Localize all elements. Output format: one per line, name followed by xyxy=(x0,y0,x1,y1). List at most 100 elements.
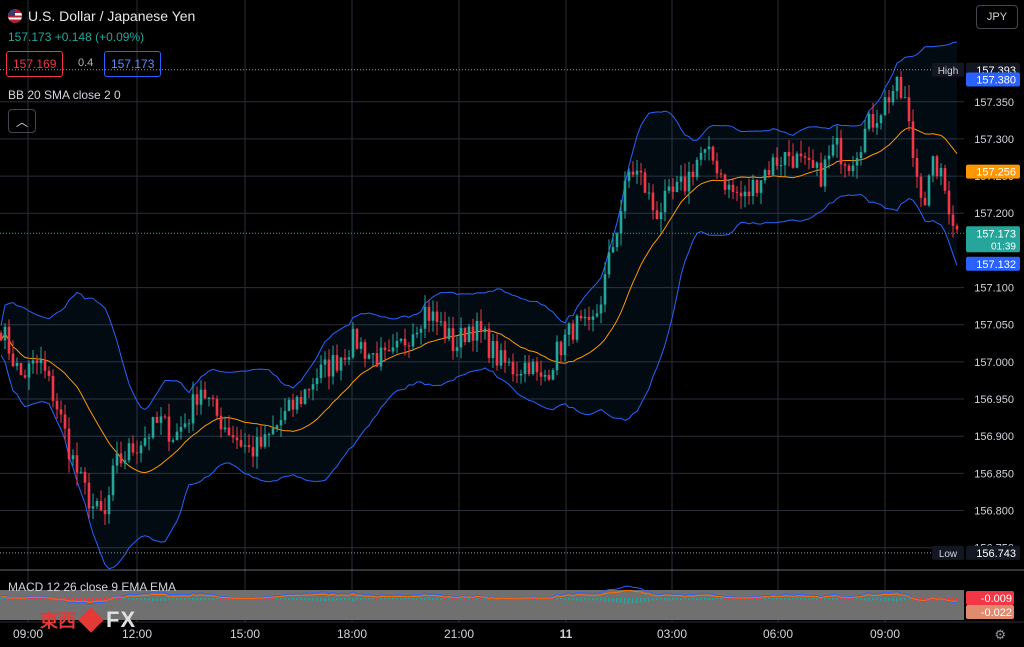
candle-body xyxy=(875,123,879,128)
macd-histogram-bar xyxy=(120,598,122,600)
macd-histogram-bar xyxy=(816,598,818,600)
macd-histogram-bar xyxy=(396,598,398,600)
macd-histogram-bar xyxy=(292,598,294,600)
candle-body xyxy=(163,416,167,418)
macd-histogram-bar xyxy=(668,598,670,601)
candle-body xyxy=(627,171,631,181)
candle-body xyxy=(587,316,591,320)
candle-body xyxy=(255,437,259,457)
candle-body xyxy=(7,326,11,354)
macd-histogram-bar xyxy=(364,598,366,600)
macd-histogram-bar xyxy=(624,598,626,604)
candle-body xyxy=(563,334,567,356)
macd-histogram-bar xyxy=(792,598,794,600)
macd-histogram-bar xyxy=(188,598,190,600)
macd-histogram-bar xyxy=(632,598,634,604)
candle-body xyxy=(847,165,851,172)
macd-histogram-bar xyxy=(660,598,662,600)
collapse-legend-button[interactable]: ︿ xyxy=(8,109,36,133)
buy-button[interactable]: 157.173 xyxy=(104,51,162,77)
macd-histogram-bar xyxy=(412,598,414,600)
candle-body xyxy=(579,315,583,319)
candle-body xyxy=(499,350,503,366)
macd-histogram-bar xyxy=(684,598,686,600)
signal-value: -0.022 xyxy=(981,607,1012,619)
macd-histogram-bar xyxy=(172,598,174,600)
candle-body xyxy=(931,156,935,176)
candle-body xyxy=(723,174,727,190)
y-tick-label: 156.800 xyxy=(974,506,1014,518)
candle-body xyxy=(535,361,539,373)
candle-body xyxy=(647,192,651,194)
macd-histogram-bar xyxy=(596,598,598,601)
candle-body xyxy=(339,357,343,371)
candle-body xyxy=(511,361,515,375)
candle-body xyxy=(91,506,95,509)
candle-body xyxy=(199,389,203,405)
candle-body xyxy=(851,165,855,172)
y-tick-label: 156.850 xyxy=(974,468,1014,480)
macd-histogram-bar xyxy=(432,598,434,601)
macd-histogram-bar xyxy=(796,598,798,600)
indicator-label[interactable]: BB 20 SMA close 2 0 xyxy=(8,88,121,102)
candle-body xyxy=(891,91,895,103)
candle-body xyxy=(695,159,699,178)
candle-body xyxy=(943,167,947,191)
candle-body xyxy=(35,360,39,364)
macd-histogram-bar xyxy=(180,598,182,600)
candle-body xyxy=(235,437,239,441)
candle-body xyxy=(263,434,267,447)
macd-histogram-bar xyxy=(408,598,410,600)
candle-body xyxy=(239,440,243,447)
candle-body xyxy=(623,180,627,212)
macd-label[interactable]: MACD 12 26 close 9 EMA EMA xyxy=(8,580,176,594)
price-tag-high: High xyxy=(938,66,959,77)
candle-body xyxy=(191,394,195,424)
candle-body xyxy=(479,320,483,333)
candle-body xyxy=(55,400,59,410)
currency-selector[interactable]: JPY xyxy=(976,5,1018,29)
candle-body xyxy=(487,328,491,359)
macd-histogram-bar xyxy=(128,598,130,600)
candle-body xyxy=(551,370,555,380)
macd-histogram-bar xyxy=(868,598,870,601)
macd-histogram-bar xyxy=(320,598,322,602)
candle-body xyxy=(763,170,767,181)
candle-body xyxy=(227,427,231,436)
candle-body xyxy=(147,437,151,439)
candle-body xyxy=(911,121,915,158)
candle-body xyxy=(107,495,111,515)
macd-histogram-bar xyxy=(388,598,390,600)
macd-histogram-bar xyxy=(880,598,882,601)
candle-body xyxy=(859,152,863,159)
price-chart[interactable]: 157.350157.300157.250157.200157.100157.0… xyxy=(0,0,1024,647)
candle-body xyxy=(231,435,235,438)
candle-body xyxy=(119,453,123,464)
price-label-value: 157.380 xyxy=(976,74,1016,86)
macd-histogram-bar xyxy=(840,598,842,600)
macd-histogram-bar xyxy=(716,598,718,600)
candle-body xyxy=(427,306,431,321)
candle-body xyxy=(315,378,319,385)
macd-histogram-bar xyxy=(440,598,442,600)
macd-histogram-bar xyxy=(556,598,558,600)
candle-body xyxy=(331,355,335,377)
macd-histogram-bar xyxy=(356,598,358,601)
candle-body xyxy=(903,97,907,99)
candle-body xyxy=(203,389,207,399)
macd-histogram-bar xyxy=(28,598,30,600)
macd-histogram-bar xyxy=(448,598,450,600)
candle-body xyxy=(467,326,471,343)
candle-body xyxy=(139,445,143,454)
diamond-icon xyxy=(78,607,104,633)
candle-body xyxy=(871,113,875,128)
candle-body xyxy=(755,179,759,193)
candle-body xyxy=(739,192,743,197)
candle-body xyxy=(95,501,99,507)
sell-button[interactable]: 157.169 xyxy=(6,51,64,77)
candle-body xyxy=(571,323,575,340)
candle-body xyxy=(51,375,55,401)
gear-icon[interactable]: ⚙ xyxy=(994,627,1006,643)
candle-body xyxy=(651,192,655,211)
candle-body xyxy=(691,171,695,178)
